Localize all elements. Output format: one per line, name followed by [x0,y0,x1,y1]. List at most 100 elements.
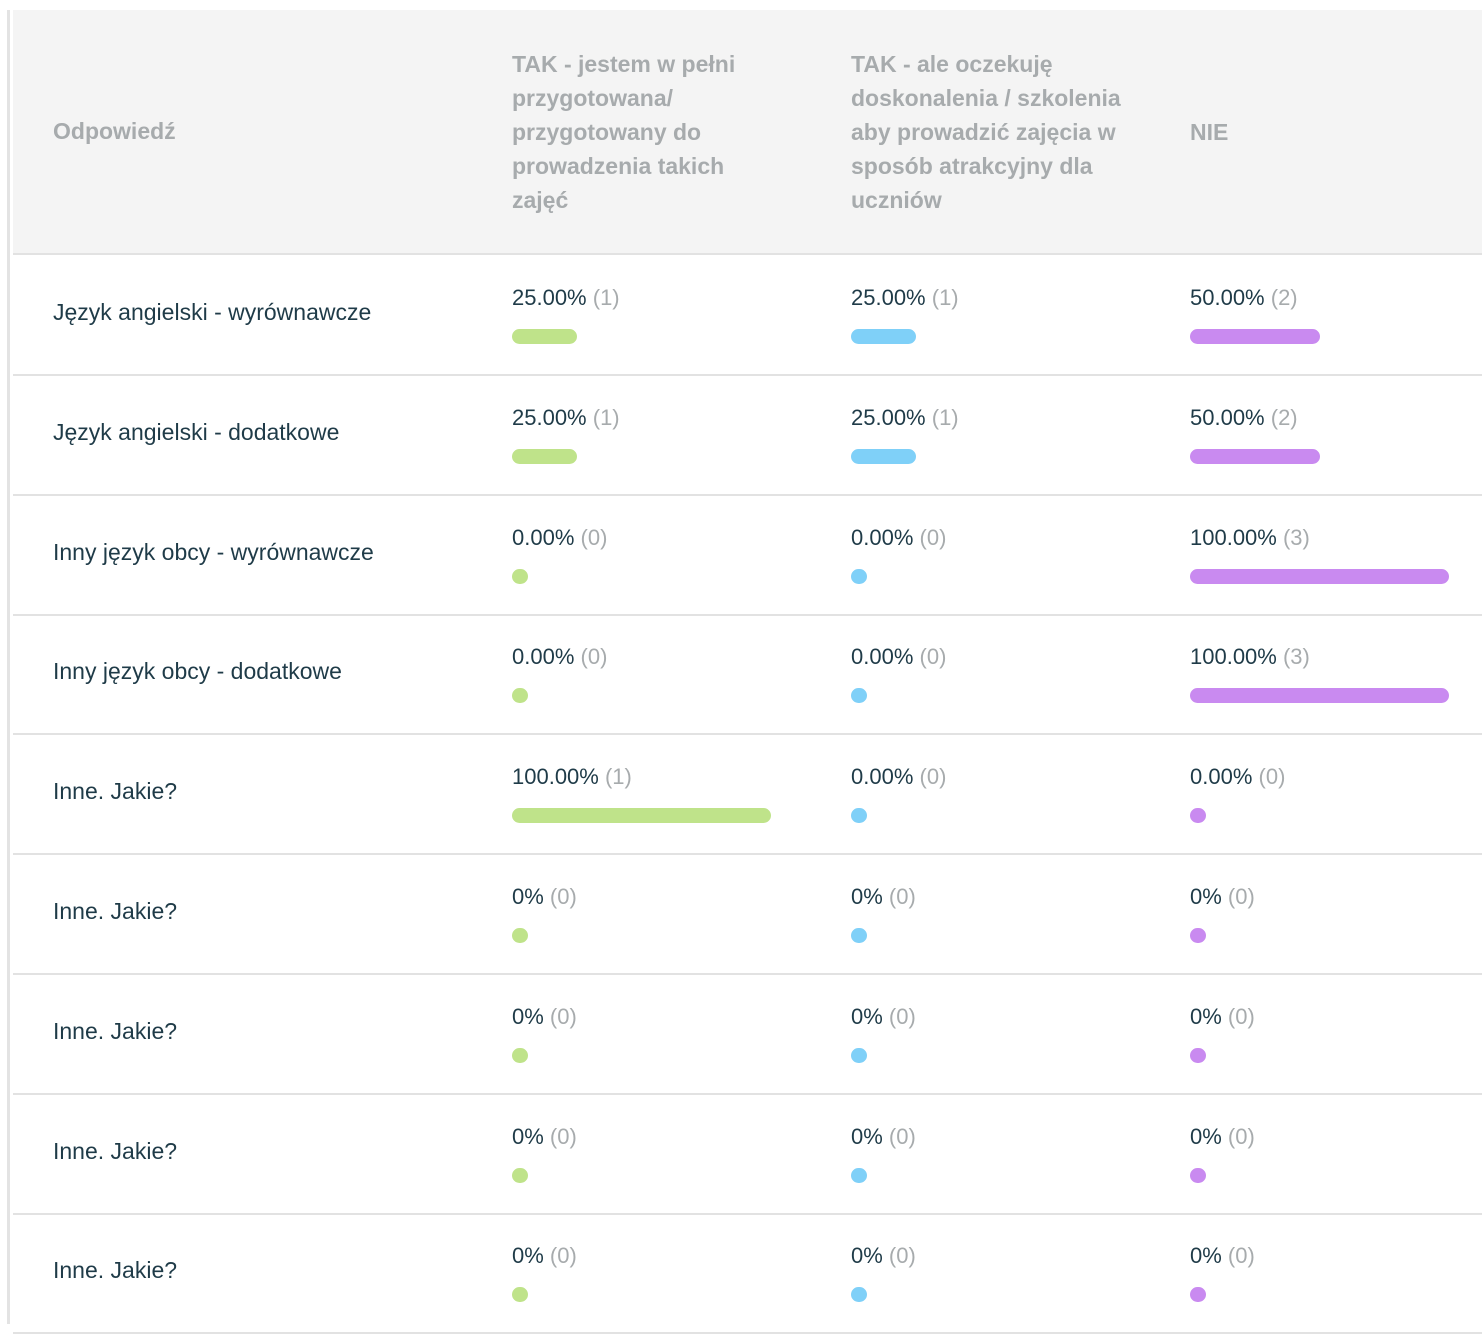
percentage-bar [1190,568,1449,584]
result-cell: 25.00% (1) [512,403,620,464]
result-cell: 100.00% (3) [1190,523,1449,584]
result-cell: 50.00% (2) [1190,403,1320,464]
percentage-value: 25.00% [851,285,926,310]
response-count: (1) [931,285,959,310]
row-label: Inne. Jakie? [53,1017,178,1044]
result-text: 25.00% (1) [512,403,620,433]
result-cell: 0% (0) [851,882,916,943]
result-text: 25.00% (1) [512,283,620,313]
result-cell: 0% (0) [1190,1241,1255,1303]
table-row: Język angielski - wyrównawcze 25.00% (1) 2… [13,255,1482,376]
percentage-bar [1190,329,1320,344]
percentage-bar [512,448,577,464]
row-label: Inne. Jakie? [53,1137,178,1164]
percentage-value: 0.00% [851,644,914,670]
result-text: 0.00% (0) [512,523,607,553]
row-label: Inne. Jakie? [53,1257,178,1284]
result-text: 0% (0) [851,882,916,912]
result-cell: 0.00% (0) [851,523,947,584]
response-count: (1) [931,404,959,430]
percentage-bar [851,928,867,943]
result-text: 100.00% (3) [1190,523,1310,553]
percentage-bar [512,928,528,943]
result-cell: 0.00% (0) [512,642,607,704]
percentage-bar [851,568,867,584]
response-count: (0) [549,1003,577,1029]
response-count: (3) [1282,644,1310,670]
result-cell: 50.00% (2) [1190,283,1320,344]
result-text: 0% (0) [1190,1241,1255,1271]
result-cell: 0.00% (0) [851,642,947,704]
percentage-bar [851,329,916,344]
result-cell: 0% (0) [512,1122,577,1183]
response-count: (0) [1227,1243,1255,1269]
response-count: (0) [919,524,947,550]
percentage-value: 0% [851,1123,883,1149]
percentage-value: 0.00% [851,524,914,550]
result-text: 0.00% (0) [512,642,607,672]
response-count: (1) [592,404,620,430]
percentage-bar [1190,1167,1206,1183]
percentage-value: 0% [1190,1123,1222,1149]
row-label: Inny język obcy - wyrównawcze [53,538,374,565]
percentage-bar [1190,808,1206,824]
percentage-bar [851,1047,867,1063]
result-cell: 0% (0) [1190,1002,1255,1063]
response-count: (0) [888,884,916,909]
header-option-needs-training: TAK - ale oczekuję doskonalenia / szkole… [851,50,1121,213]
result-text: 0% (0) [512,1241,577,1271]
result-text: 0% (0) [1190,1002,1255,1032]
result-text: 0% (0) [1190,1122,1255,1152]
percentage-bar [851,688,867,704]
percentage-bar [851,448,916,464]
percentage-bar [512,1047,528,1063]
response-count: (0) [1227,1123,1255,1149]
row-label: Inne. Jakie? [53,898,178,924]
header-option-full-ready: TAK - jestem w pełni przygotowana/ przyg… [512,50,736,213]
percentage-value: 0% [851,1243,883,1269]
response-count: (0) [919,764,947,790]
header-answer: Odpowiedź [53,118,176,144]
table-row: Inne. Jakie? 0% (0) 0% (0) 0% (0) [13,1094,1482,1215]
percentage-value: 50.00% [1190,404,1265,430]
table-row: Inny język obcy - wyrównawcze 0.00% (0) 0.… [13,495,1482,616]
response-count: (0) [888,1243,916,1269]
result-cell: 25.00% (1) [851,283,959,344]
response-count: (0) [580,524,608,550]
percentage-value: 25.00% [512,285,587,310]
result-text: 0% (0) [512,882,577,912]
result-cell: 25.00% (1) [512,283,620,344]
percentage-bar [1190,928,1206,943]
percentage-value: 0% [1190,1003,1222,1029]
percentage-value: 0.00% [1190,764,1253,790]
result-text: 0% (0) [851,1002,916,1032]
result-cell: 0% (0) [1190,1122,1255,1183]
response-count: (0) [919,644,947,670]
row-label: Język angielski - dodatkowe [53,418,340,445]
percentage-value: 25.00% [512,404,587,430]
result-text: 0.00% (0) [1190,762,1285,792]
result-cell: 0% (0) [851,1002,916,1063]
result-cell: 0% (0) [512,882,577,943]
percentage-value: 0% [512,1243,544,1269]
response-count: (0) [888,1123,916,1149]
response-count: (0) [1227,884,1255,909]
response-count: (0) [549,1123,577,1149]
result-text: 100.00% (3) [1190,642,1310,672]
result-text: 0.00% (0) [851,762,946,792]
results-table: Odpowiedź TAK - jestem w pełni przygotow… [7,10,1482,1334]
row-label: Inne. Jakie? [53,778,178,805]
result-cell: 0% (0) [851,1122,916,1183]
result-cell: 100.00% (1) [512,762,771,824]
percentage-value: 100.00% [512,764,599,790]
percentage-bar [512,568,528,584]
result-text: 25.00% (1) [851,283,959,313]
table-header: Odpowiedź TAK - jestem w pełni przygotow… [13,10,1482,255]
response-count: (2) [1270,404,1298,430]
percentage-bar [1190,448,1320,464]
result-cell: 0% (0) [512,1002,577,1063]
percentage-bar [1190,688,1449,704]
result-text: 0% (0) [512,1002,577,1032]
result-cell: 0% (0) [1190,882,1255,943]
table-row: Język angielski - dodatkowe 25.00% (1) 25.… [13,375,1482,496]
